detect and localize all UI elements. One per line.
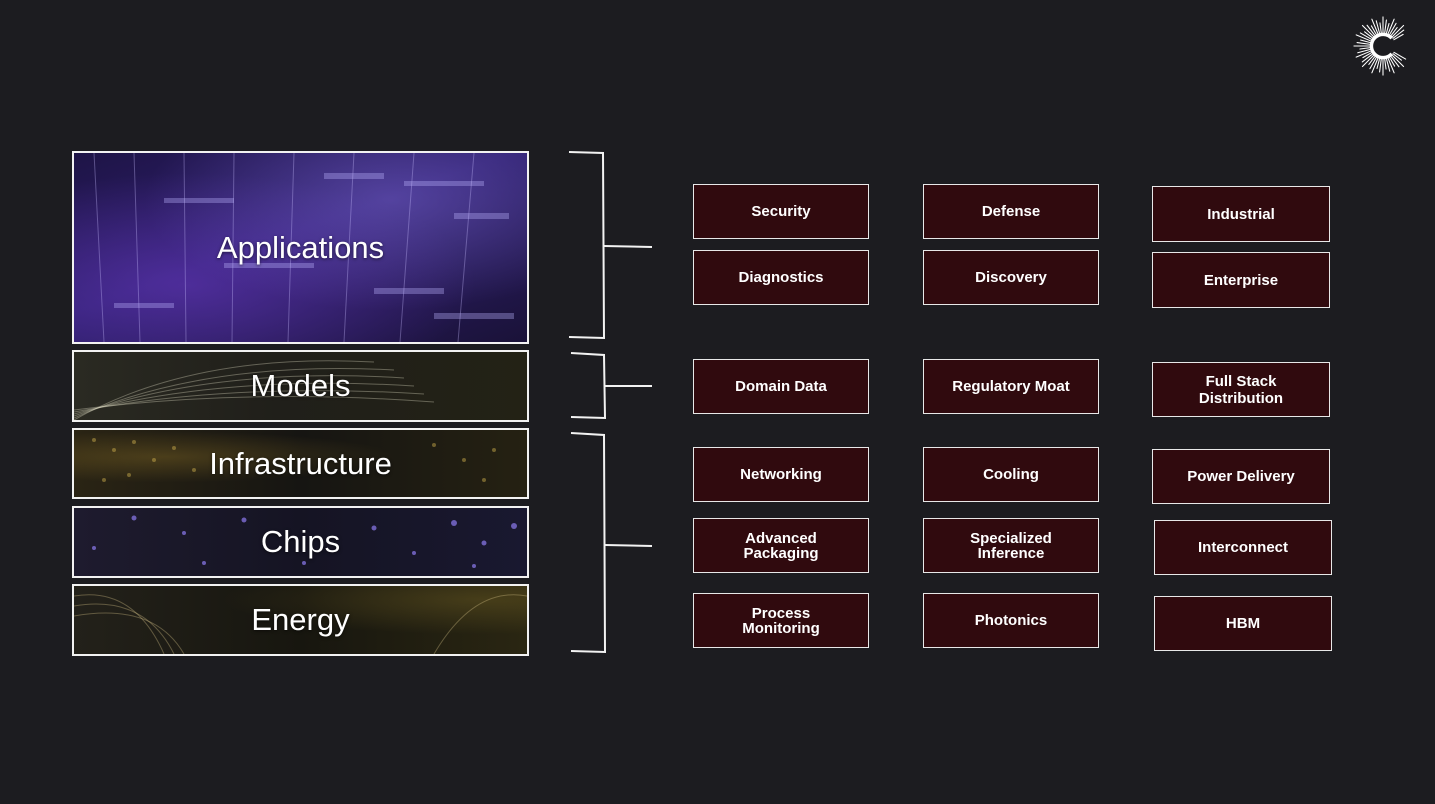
logo-ray xyxy=(1356,42,1372,45)
box-industrial: Industrial xyxy=(1152,186,1330,242)
box-advanced-packaging: Advanced Packaging xyxy=(693,518,869,573)
box-enterprise: Enterprise xyxy=(1152,252,1330,308)
layer-infrastructure: Infrastructure xyxy=(72,428,529,499)
box-cooling: Cooling xyxy=(923,447,1099,502)
logo-ray xyxy=(1384,57,1387,70)
box-process-monitoring: Process Monitoring xyxy=(693,593,869,648)
layer-label: Applications xyxy=(216,229,385,265)
layer-chips: Chips xyxy=(72,506,529,578)
box-discovery: Discovery xyxy=(923,250,1099,305)
box-networking: Networking xyxy=(693,447,869,502)
box-specialized-inference: Specialized Inference xyxy=(923,518,1099,573)
layer-models: Models xyxy=(72,350,529,422)
layer-applications: Applications xyxy=(72,151,529,344)
radial-c-logo-icon xyxy=(1353,16,1407,76)
logo-ray xyxy=(1384,19,1387,35)
logo-ray xyxy=(1379,22,1382,35)
applications-bracket-stem xyxy=(603,245,653,248)
logo-c-arc xyxy=(1369,32,1393,60)
logo-ray xyxy=(1379,57,1382,73)
box-diagnostics: Diagnostics xyxy=(693,250,869,305)
applications-bracket xyxy=(568,151,606,340)
box-defense: Defense xyxy=(923,184,1099,239)
layer-label: Models xyxy=(250,368,351,403)
box-domain-data: Domain Data xyxy=(693,359,869,414)
box-full-stack-distribution: Full Stack Distribution xyxy=(1152,362,1330,417)
layer-label: Energy xyxy=(251,602,350,637)
box-interconnect: Interconnect xyxy=(1154,520,1332,575)
box-security: Security xyxy=(693,184,869,239)
lower-layers-bracket-stem xyxy=(604,544,653,547)
layer-energy: Energy xyxy=(72,584,529,656)
box-regulatory-moat: Regulatory Moat xyxy=(923,359,1099,414)
layer-label: Infrastructure xyxy=(209,445,392,481)
lower-layers-bracket xyxy=(570,432,607,654)
grouping-brackets xyxy=(568,151,653,654)
box-hbm: HBM xyxy=(1154,596,1332,651)
box-photonics: Photonics xyxy=(923,593,1099,648)
layer-label: Chips xyxy=(260,524,341,559)
box-power-delivery: Power Delivery xyxy=(1152,449,1330,504)
logo-ray xyxy=(1359,47,1372,50)
models-bracket xyxy=(570,352,607,420)
